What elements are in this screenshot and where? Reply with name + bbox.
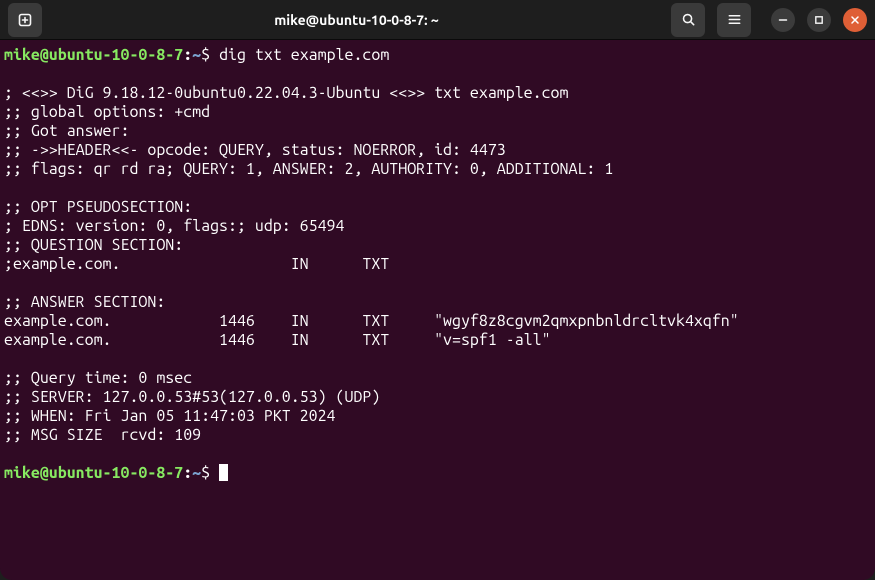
close-button[interactable] [843,8,867,32]
maximize-icon [814,15,824,25]
window-title: mike@ubuntu-10-0-8-7: ~ [50,12,663,28]
terminal-cursor [219,464,228,481]
command-output: ; <<>> DiG 9.18.12-0ubuntu0.22.04.3-Ubun… [4,84,739,444]
terminal-body[interactable]: mike@ubuntu-10-0-8-7:~$ dig txt example.… [0,40,875,580]
minimize-button[interactable] [771,8,795,32]
new-tab-button[interactable] [8,3,42,37]
close-icon [850,15,860,25]
new-tab-icon [17,12,33,28]
minimize-icon [778,15,788,25]
prompt-path: ~ [192,46,201,64]
prompt-end: $ [201,464,219,482]
prompt-separator: : [183,46,192,64]
prompt-separator: : [183,464,192,482]
prompt-user-host: mike@ubuntu-10-0-8-7 [4,46,183,64]
prompt-end: $ [201,46,219,64]
terminal-window: mike@ubuntu-10-0-8-7: ~ [0,0,875,580]
titlebar: mike@ubuntu-10-0-8-7: ~ [0,0,875,40]
typed-command: dig txt example.com [219,46,389,64]
prompt-user-host: mike@ubuntu-10-0-8-7 [4,464,183,482]
prompt-path: ~ [192,464,201,482]
search-icon [681,12,696,27]
maximize-button[interactable] [807,8,831,32]
hamburger-icon [727,12,742,27]
menu-button[interactable] [717,3,751,37]
search-button[interactable] [671,3,705,37]
